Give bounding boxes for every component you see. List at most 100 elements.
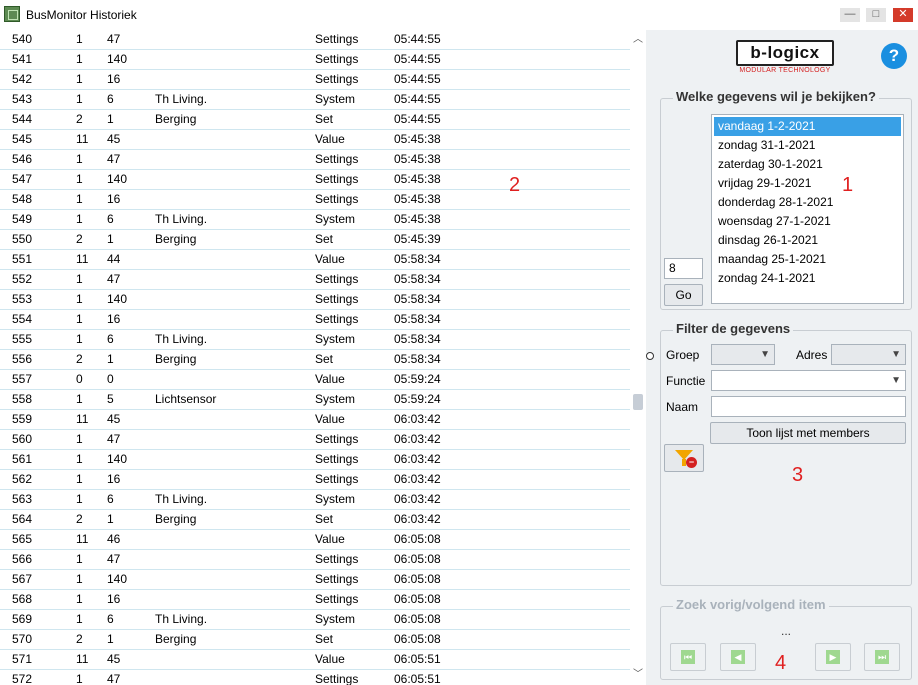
table-cell: 06:03:42 [394, 472, 441, 486]
table-scrollbar[interactable]: ︿ ﹀ [630, 30, 646, 685]
clear-filter-button[interactable]: − [664, 444, 704, 472]
table-cell: 572 [12, 672, 33, 685]
table-cell: Th Living. [155, 92, 208, 106]
date-list-item[interactable]: vrijdag 29-1-2021 [714, 174, 901, 193]
table-cell: 1 [76, 572, 83, 586]
table-row[interactable]: 542 1 16 Settings 05:44:55 [0, 70, 630, 90]
table-cell: 06:03:42 [394, 492, 441, 506]
table-cell: 563 [12, 492, 33, 506]
table-cell: 1 [76, 52, 83, 66]
table-cell: 1 [107, 232, 114, 246]
maximize-button[interactable]: □ [866, 8, 886, 22]
date-list-item[interactable]: zondag 24-1-2021 [714, 269, 901, 288]
table-cell: 06:05:08 [394, 532, 441, 546]
table-cell: Set [315, 632, 334, 646]
adres-select[interactable]: ▼ [831, 344, 906, 365]
show-members-button[interactable]: Toon lijst met members [710, 422, 906, 444]
table-cell: 1 [76, 392, 83, 406]
table-cell: 06:03:42 [394, 452, 441, 466]
close-button[interactable]: ✕ [893, 8, 913, 22]
table-row[interactable]: 553 1 140 Settings 05:58:34 [0, 290, 630, 310]
table-cell: 1 [76, 592, 83, 606]
table-row[interactable]: 544 2 1 Berging Set 05:44:55 [0, 110, 630, 130]
table-cell: 1 [107, 352, 114, 366]
search-status: ... [781, 624, 792, 638]
table-row[interactable]: 571 11 45 Value 06:05:51 [0, 650, 630, 670]
table-row[interactable]: 545 11 45 Value 05:45:38 [0, 130, 630, 150]
table-row[interactable]: 548 1 16 Settings 05:45:38 [0, 190, 630, 210]
table-row[interactable]: 551 11 44 Value 05:58:34 [0, 250, 630, 270]
table-cell: Settings [315, 52, 359, 66]
table-cell: System [315, 212, 356, 226]
table-cell: 6 [107, 92, 114, 106]
table-row[interactable]: 541 1 140 Settings 05:44:55 [0, 50, 630, 70]
table-row[interactable]: 557 0 0 Value 05:59:24 [0, 370, 630, 390]
first-item-button[interactable]: ⏮ [670, 643, 706, 671]
table-row[interactable]: 550 2 1 Berging Set 05:45:39 [0, 230, 630, 250]
table-row[interactable]: 555 1 6 Th Living. System 05:58:34 [0, 330, 630, 350]
table-row[interactable]: 562 1 16 Settings 06:03:42 [0, 470, 630, 490]
table-row[interactable]: 570 2 1 Berging Set 06:05:08 [0, 630, 630, 650]
date-list-item[interactable]: maandag 25-1-2021 [714, 250, 901, 269]
table-row[interactable]: 556 2 1 Berging Set 05:58:34 [0, 350, 630, 370]
date-list-item[interactable]: vandaag 1-2-2021 [714, 117, 901, 136]
table-row[interactable]: 565 11 46 Value 06:05:08 [0, 530, 630, 550]
table-cell: 05:59:24 [394, 372, 441, 386]
previous-item-button[interactable]: ◀ [720, 643, 756, 671]
table-cell: 5 [107, 392, 114, 406]
table-cell: 140 [107, 292, 128, 306]
table-row[interactable]: 559 11 45 Value 06:03:42 [0, 410, 630, 430]
table-cell: Berging [155, 232, 197, 246]
table-row[interactable]: 546 1 47 Settings 05:45:38 [0, 150, 630, 170]
table-row[interactable]: 560 1 47 Settings 06:03:42 [0, 430, 630, 450]
minimize-button[interactable]: — [840, 8, 860, 22]
table-row[interactable]: 567 1 140 Settings 06:05:08 [0, 570, 630, 590]
table-row[interactable]: 558 1 5 Lichtsensor System 05:59:24 [0, 390, 630, 410]
table-row[interactable]: 554 1 16 Settings 05:58:34 [0, 310, 630, 330]
date-list[interactable]: vandaag 1-2-2021 zondag 31-1-2021 zaterdag… [711, 114, 904, 304]
table-cell: 45 [107, 652, 121, 666]
table-cell: Th Living. [155, 492, 208, 506]
scrollbar-thumb[interactable] [633, 394, 643, 410]
functie-select[interactable]: ▼ [711, 370, 906, 391]
history-table[interactable]: 540 1 47 Settings 05:44:55 541 1 140 Settings 05:… [0, 30, 630, 685]
table-cell: 540 [12, 32, 33, 46]
table-row[interactable]: 561 1 140 Settings 06:03:42 [0, 450, 630, 470]
table-row[interactable]: 552 1 47 Settings 05:58:34 [0, 270, 630, 290]
table-row[interactable]: 549 1 6 Th Living. System 05:45:38 [0, 210, 630, 230]
date-list-item[interactable]: zaterdag 30-1-2021 [714, 155, 901, 174]
table-cell: 1 [76, 212, 83, 226]
table-cell: Berging [155, 352, 197, 366]
scroll-up-icon[interactable]: ︿ [632, 34, 644, 46]
table-cell: 550 [12, 232, 33, 246]
table-row[interactable]: 564 2 1 Berging Set 06:03:42 [0, 510, 630, 530]
table-cell: Berging [155, 512, 197, 526]
naam-input[interactable] [711, 396, 906, 417]
table-row[interactable]: 540 1 47 Settings 05:44:55 [0, 30, 630, 50]
go-button[interactable]: Go [664, 284, 703, 306]
search-group-title: Zoek vorig/volgend item [673, 597, 829, 612]
help-button[interactable]: ? [881, 43, 907, 69]
date-list-item[interactable]: donderdag 28-1-2021 [714, 193, 901, 212]
table-cell: Settings [315, 172, 359, 186]
splitter-handle[interactable] [646, 352, 654, 360]
table-cell: 1 [107, 632, 114, 646]
date-list-item[interactable]: dinsdag 26-1-2021 [714, 231, 901, 250]
table-row[interactable]: 569 1 6 Th Living. System 06:05:08 [0, 610, 630, 630]
last-item-button[interactable]: ⏭ [864, 643, 900, 671]
scroll-down-icon[interactable]: ﹀ [632, 669, 644, 681]
date-list-item[interactable]: zondag 31-1-2021 [714, 136, 901, 155]
table-row[interactable]: 543 1 6 Th Living. System 05:44:55 [0, 90, 630, 110]
table-cell: 05:58:34 [394, 352, 441, 366]
groep-select[interactable]: ▼ [711, 344, 775, 365]
table-row[interactable]: 547 1 140 Settings 05:45:38 [0, 170, 630, 190]
date-list-item[interactable]: woensdag 27-1-2021 [714, 212, 901, 231]
table-cell: 547 [12, 172, 33, 186]
table-row[interactable]: 568 1 16 Settings 06:05:08 [0, 590, 630, 610]
next-item-button[interactable]: ▶ [815, 643, 851, 671]
table-row[interactable]: 563 1 6 Th Living. System 06:03:42 [0, 490, 630, 510]
table-row[interactable]: 572 1 47 Settings 06:05:51 [0, 670, 630, 685]
table-cell: Th Living. [155, 332, 208, 346]
table-row[interactable]: 566 1 47 Settings 06:05:08 [0, 550, 630, 570]
days-input[interactable]: 8 [664, 258, 703, 279]
